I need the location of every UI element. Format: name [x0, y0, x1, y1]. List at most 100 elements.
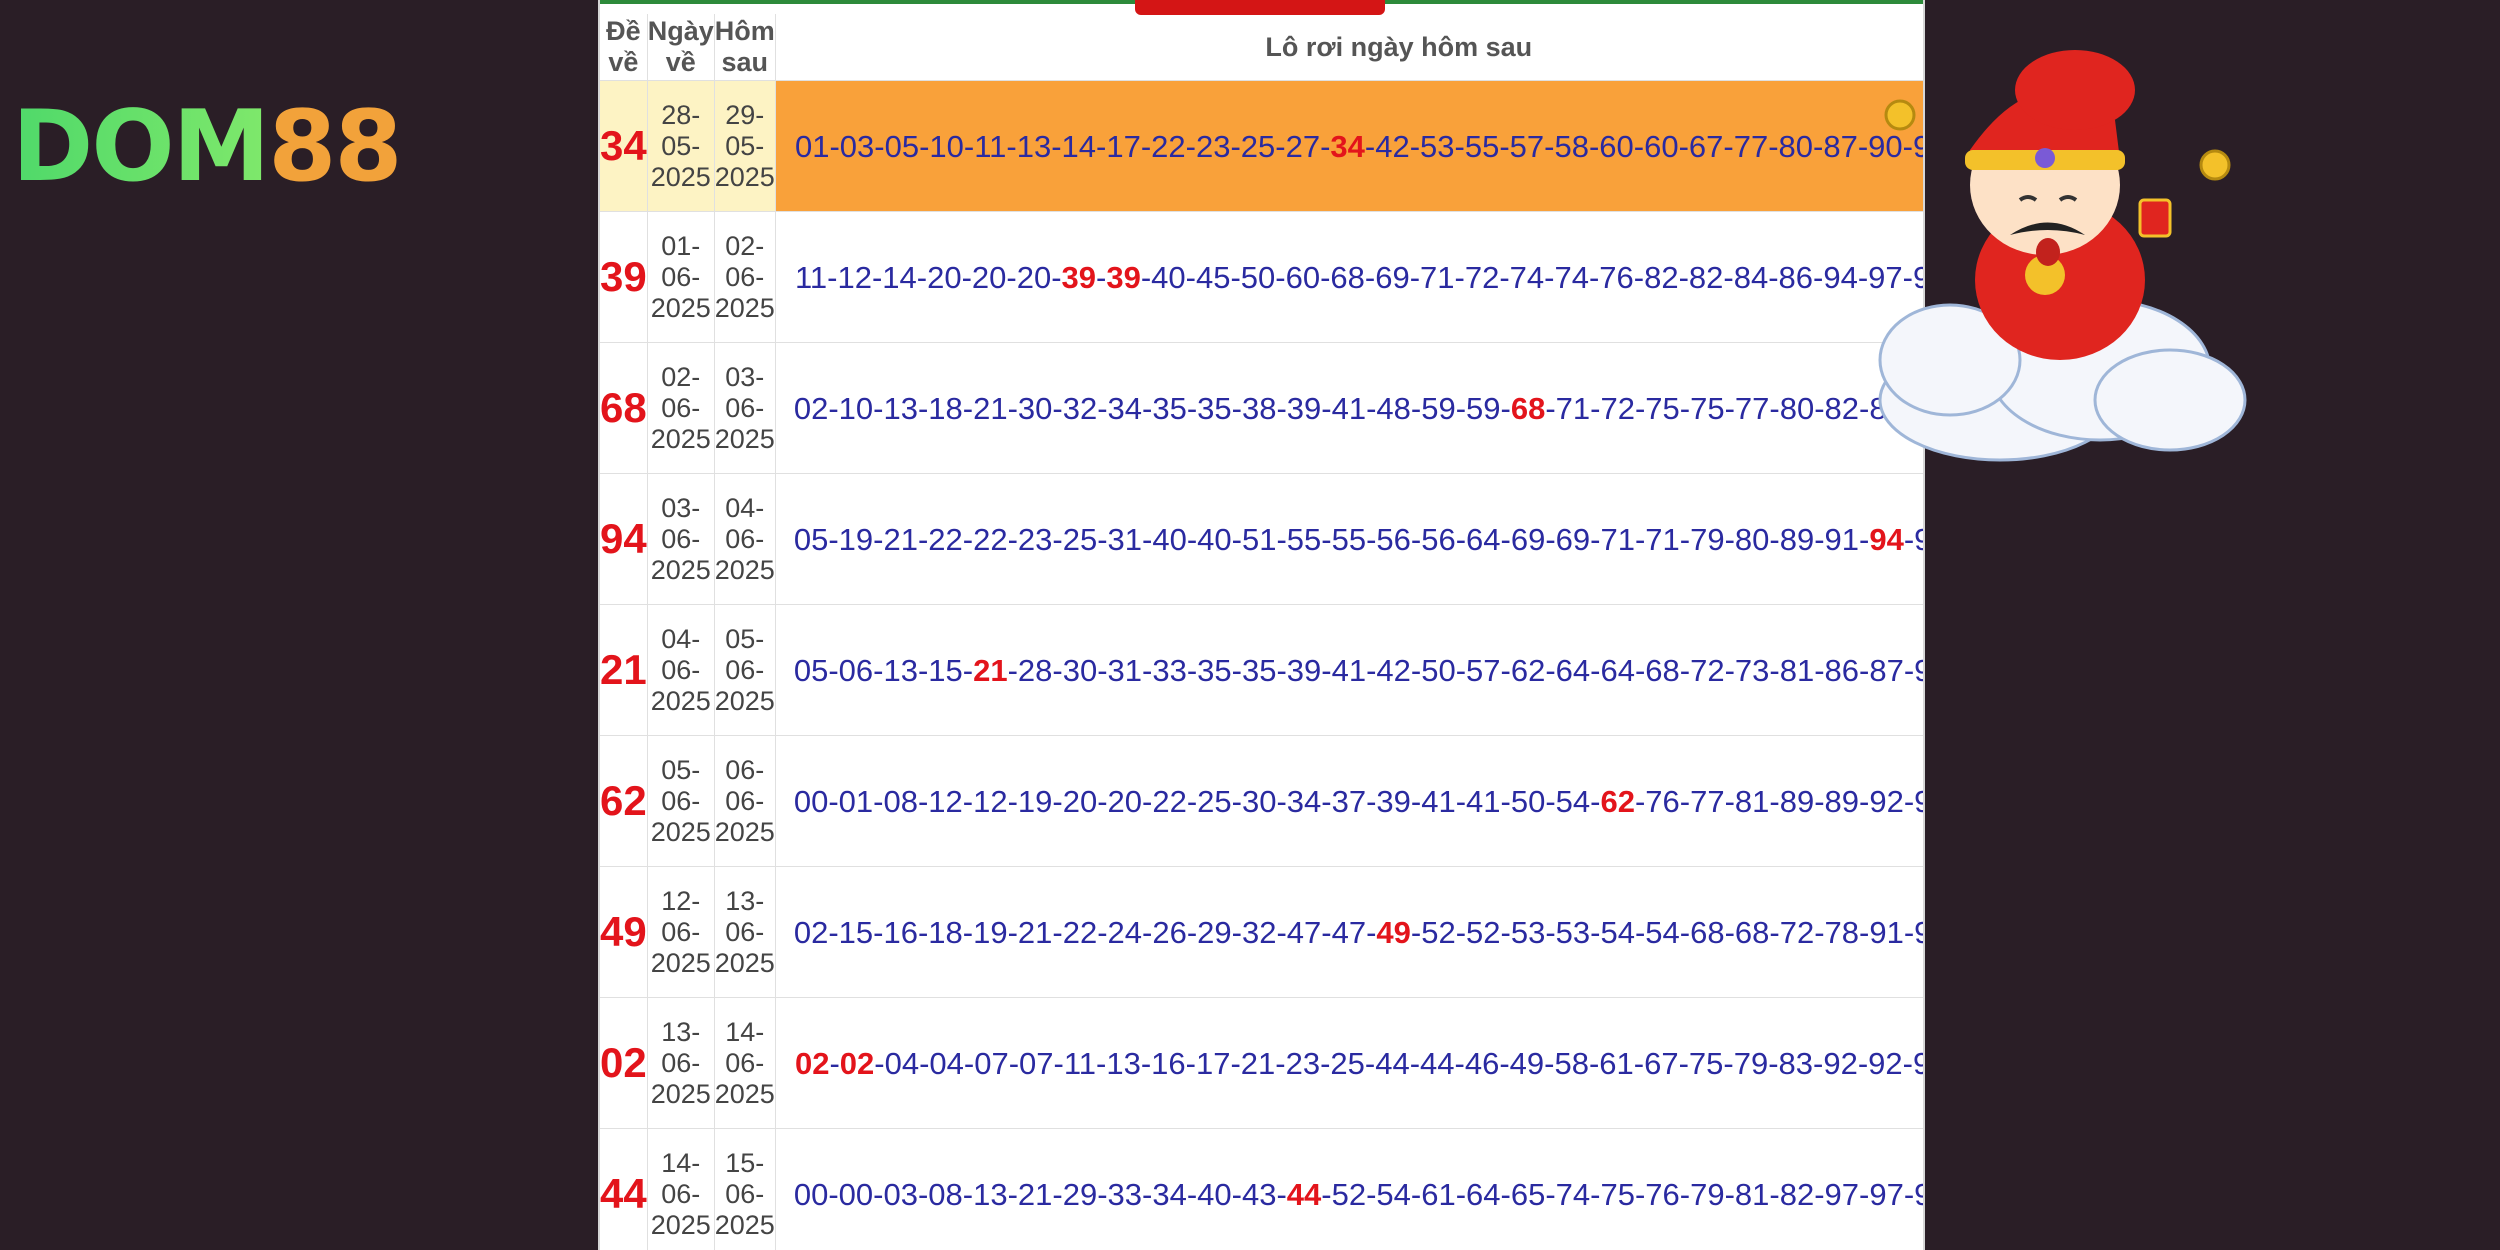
lo-number: 65 [1510, 1176, 1546, 1212]
lo-number: 22 [973, 521, 1008, 557]
lo-number: 34 [1330, 128, 1365, 164]
lo-number: 13 [1016, 128, 1052, 164]
lo-number: 08 [928, 1176, 963, 1212]
lo-roi-cell: 11-12-14-20-20-20-39-39-40-45-50-60-68-6… [775, 211, 1923, 343]
lo-number: 10 [929, 128, 964, 164]
lo-number: 34 [1107, 390, 1142, 426]
lo-number: 25 [1240, 128, 1276, 164]
lo-number: 39 [1286, 390, 1322, 426]
lo-number: 40 [1152, 521, 1187, 557]
lo-number: 62 [1600, 783, 1635, 819]
lo-number: 19 [1017, 783, 1053, 819]
lo-number: 32 [1062, 390, 1098, 426]
lo-number: 47 [1331, 914, 1367, 950]
lo-number: 04 [884, 1045, 920, 1081]
lo-number: 23 [1017, 521, 1053, 557]
lo-number: 10 [838, 390, 874, 426]
lo-number: 92 [1868, 1045, 1903, 1081]
lo-number: 40 [1197, 521, 1232, 557]
lo-number: 97 [1914, 784, 1923, 819]
lo-number: 72 [1600, 390, 1635, 426]
hom-sau-cell: 06-06-2025 [714, 735, 776, 867]
lo-number: 26 [1152, 914, 1187, 950]
brand-logo[interactable]: DOM88 [12, 98, 403, 196]
lo-number: 33 [1152, 652, 1187, 688]
lo-number: 74 [1554, 259, 1589, 295]
lo-number: 89 [1824, 783, 1859, 819]
lo-number: 72 [1464, 259, 1500, 295]
ngay-ve-cell: 28-05-2025 [647, 80, 715, 212]
lo-number: 56 [1376, 521, 1411, 557]
lo-number: 03 [839, 128, 875, 164]
lo-number: 73 [1734, 652, 1770, 688]
lo-roi-cell: 02-10-13-18-21-30-32-34-35-35-38-39-41-4… [775, 342, 1923, 474]
lo-number: 06 [838, 652, 874, 688]
lo-number: 41 [1331, 652, 1367, 688]
lo-number: 50 [1421, 652, 1456, 688]
lo-number: 64 [1466, 521, 1501, 557]
lo-roi-cell: 02-02-04-04-07-07-11-13-16-17-21-23-25-4… [775, 997, 1923, 1129]
de-value-cell: 49 [600, 866, 648, 998]
lo-number: 11 [974, 128, 1007, 164]
lo-number: 21 [973, 390, 1008, 426]
de-value-cell: 44 [600, 1128, 648, 1250]
lo-number: 14 [882, 259, 917, 295]
table-row: 34 28-05-2025 29-05-2025 01-03-05-10-11-13-… [600, 80, 1923, 212]
god-of-wealth-mascot-icon [1878, 50, 2247, 462]
lo-number: 94 [1914, 915, 1923, 950]
lo-number: 97 [1869, 1176, 1904, 1212]
table-row: 68 02-06-2025 03-06-2025 02-10-13-18-21-30-… [600, 342, 1923, 474]
lo-number: 38 [1241, 390, 1277, 426]
lo-number: 35 [1197, 652, 1232, 688]
table-row: 02 13-06-2025 14-06-2025 02-02-04-04-07-07-… [600, 997, 1923, 1129]
lo-number: 99 [1914, 1177, 1923, 1212]
hom-sau-cell: 04-06-2025 [714, 473, 776, 605]
table-row: 94 03-06-2025 04-06-2025 05-19-21-22-22-23-… [600, 473, 1923, 605]
lo-number: 30 [1241, 783, 1277, 819]
lo-number: 61 [1421, 1176, 1456, 1212]
lo-number: 82 [1779, 1176, 1815, 1212]
ngay-ve-cell: 05-06-2025 [647, 735, 715, 867]
lo-number: 33 [1107, 1176, 1142, 1212]
lo-number: 40 [1151, 259, 1186, 295]
lo-number: 95 [1913, 1046, 1923, 1081]
lo-roi-cell: 00-01-08-12-12-19-20-20-22-25-30-34-37-3… [775, 735, 1923, 867]
lo-number: 21 [883, 521, 918, 557]
lo-number: 71 [1555, 390, 1591, 426]
lo-roi-cell: 01-03-05-10-11-13-14-17-22-23-25-27-34-4… [775, 80, 1923, 212]
lo-number: 92 [1869, 783, 1904, 819]
lo-number: 07 [974, 1045, 1009, 1081]
de-value-cell: 62 [600, 735, 648, 867]
lo-number: 05 [793, 521, 829, 557]
lo-number: 52 [1466, 914, 1501, 950]
ngay-ve-cell: 13-06-2025 [647, 997, 715, 1129]
lo-number: 18 [928, 914, 963, 950]
lo-number: 23 [1195, 128, 1231, 164]
lo-number: 91 [1869, 914, 1904, 950]
hom-sau-cell: 29-05-2025 [714, 80, 776, 212]
de-value-cell: 02 [600, 997, 648, 1129]
lo-number: 61 [1599, 1045, 1634, 1081]
logo-text-main: DOM [12, 90, 270, 204]
lo-roi-cell: 00-00-03-08-13-21-29-33-34-40-43-44-52-5… [775, 1128, 1923, 1250]
lo-number: 42 [1376, 652, 1411, 688]
lo-number: 42 [1375, 128, 1410, 164]
lo-number: 02 [839, 1045, 875, 1081]
lo-number: 44 [1375, 1045, 1410, 1081]
lo-number: 75 [1690, 390, 1725, 426]
lo-number: 59 [1466, 390, 1501, 426]
lo-number: 23 [1285, 1045, 1321, 1081]
lo-number: 17 [1195, 1045, 1231, 1081]
de-value-cell: 39 [600, 211, 648, 343]
lo-number: 49 [1376, 914, 1411, 950]
lo-number: 12 [928, 783, 963, 819]
lo-number: 82 [1688, 259, 1724, 295]
lo-number: 40 [1197, 1176, 1232, 1212]
ngay-ve-cell: 03-06-2025 [647, 473, 715, 605]
lo-number: 08 [883, 783, 918, 819]
lo-number: 22 [1152, 783, 1187, 819]
lo-number: 04 [929, 1045, 964, 1081]
lo-number: 84 [1733, 259, 1769, 295]
lo-number: 97 [1914, 522, 1923, 557]
lo-number: 48 [1376, 390, 1411, 426]
